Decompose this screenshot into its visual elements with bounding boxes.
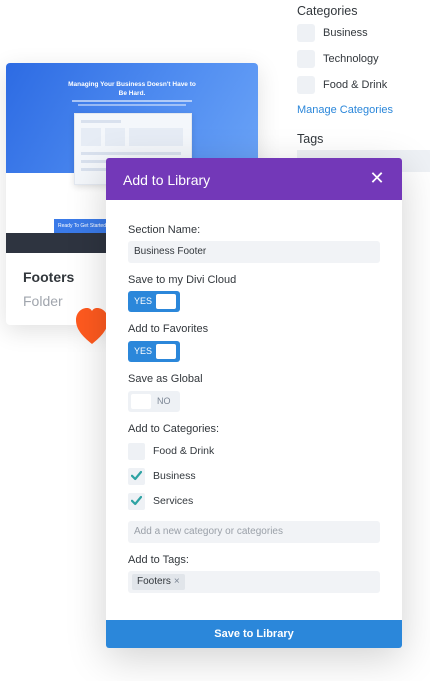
thumbnail-subtext-line xyxy=(72,100,192,102)
toggle-text: YES xyxy=(134,296,153,306)
bg-category-item[interactable]: Technology xyxy=(297,46,430,72)
category-label: Technology xyxy=(323,53,379,65)
categories-heading: Categories xyxy=(297,4,358,18)
category-checkbox[interactable] xyxy=(128,442,145,460)
mockup-block xyxy=(129,128,183,146)
modal-title: Add to Library xyxy=(123,172,211,188)
section-name-label: Section Name: xyxy=(128,224,201,236)
checkmark-icon xyxy=(131,495,142,505)
categories-label: Add to Categories: xyxy=(128,423,220,435)
category-label: Business xyxy=(323,27,368,39)
tag-chip-label: Footers xyxy=(137,576,171,587)
toggle-text: NO xyxy=(157,396,171,406)
category-checkbox[interactable] xyxy=(297,50,315,68)
bg-category-item[interactable]: Business xyxy=(297,20,430,46)
category-option-label: Services xyxy=(153,495,194,507)
save-cloud-toggle[interactable]: YES xyxy=(128,291,180,312)
favorites-label: Add to Favorites xyxy=(128,323,209,335)
remove-tag-icon[interactable]: × xyxy=(174,576,180,587)
mockup-line xyxy=(81,120,121,123)
checkmark-icon xyxy=(131,470,142,480)
mockup-block xyxy=(81,128,101,146)
section-name-input[interactable]: Business Footer xyxy=(128,241,380,263)
close-icon[interactable]: ✕ xyxy=(368,168,386,188)
category-checkbox[interactable] xyxy=(128,467,145,485)
heart-icon xyxy=(76,308,108,344)
category-option[interactable]: Business xyxy=(128,467,196,485)
bg-category-item[interactable]: Food & Drink xyxy=(297,72,430,98)
card-title: Footers xyxy=(23,269,75,285)
card-subtitle: Folder xyxy=(23,293,63,309)
category-option-label: Food & Drink xyxy=(153,445,215,457)
thumbnail-button: Ready To Get Started xyxy=(54,219,110,233)
new-category-input[interactable]: Add a new category or categories xyxy=(128,521,380,543)
tags-label: Add to Tags: xyxy=(128,554,189,566)
toggle-knob xyxy=(131,394,151,409)
mockup-line xyxy=(81,152,181,155)
add-to-library-modal: Add to Library ✕ Section Name: Business … xyxy=(106,158,402,648)
category-label: Food & Drink xyxy=(323,79,388,91)
save-to-library-button[interactable]: Save to Library xyxy=(106,620,402,648)
mockup-block xyxy=(105,128,125,146)
category-checkbox[interactable] xyxy=(128,492,145,510)
category-option-label: Business xyxy=(153,470,196,482)
category-checkbox[interactable] xyxy=(297,76,315,94)
thumbnail-headline: Managing Your Business Doesn't Have to B… xyxy=(68,81,196,97)
background-category-panel: Categories Business Technology Food & Dr… xyxy=(297,0,430,148)
toggle-text: YES xyxy=(134,346,153,356)
global-label: Save as Global xyxy=(128,373,203,385)
thumbnail-subtext-line xyxy=(78,104,186,106)
tag-chip: Footers × xyxy=(132,574,185,590)
tags-input[interactable]: Footers × xyxy=(128,571,380,593)
global-toggle[interactable]: NO xyxy=(128,391,180,412)
save-cloud-label: Save to my Divi Cloud xyxy=(128,274,237,286)
category-option[interactable]: Services xyxy=(128,492,193,510)
toggle-knob xyxy=(156,344,176,359)
favorites-toggle[interactable]: YES xyxy=(128,341,180,362)
toggle-knob xyxy=(156,294,176,309)
tags-heading: Tags xyxy=(297,132,324,146)
category-option[interactable]: Food & Drink xyxy=(128,442,214,460)
category-checkbox[interactable] xyxy=(297,24,315,42)
modal-header: Add to Library ✕ xyxy=(106,158,402,200)
manage-categories-link[interactable]: Manage Categories xyxy=(297,100,430,120)
